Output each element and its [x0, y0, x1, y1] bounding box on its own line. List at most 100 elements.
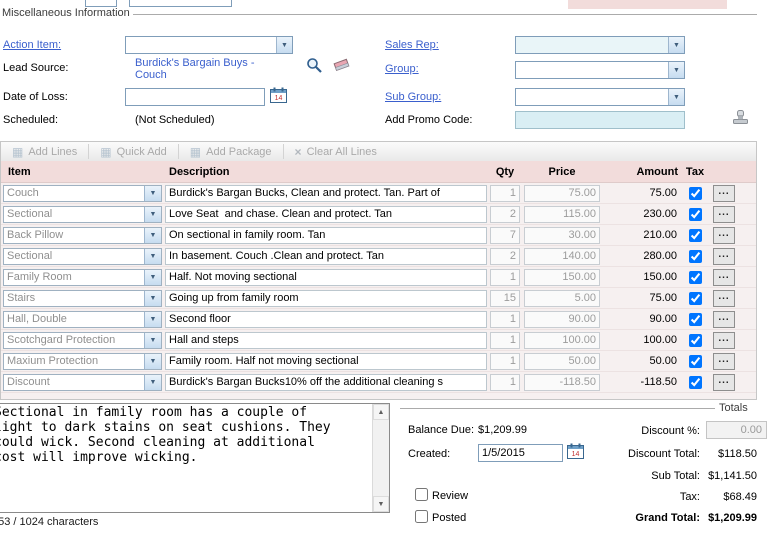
- item-select[interactable]: Scotchgard Protection ▼: [3, 332, 162, 349]
- more-options-button[interactable]: ...: [713, 248, 735, 265]
- chevron-down-icon[interactable]: ▼: [144, 333, 161, 348]
- notes-scrollbar[interactable]: ▲ ▼: [372, 404, 389, 512]
- price-input[interactable]: [524, 248, 600, 265]
- search-icon[interactable]: [305, 57, 324, 77]
- sub-group-label[interactable]: Sub Group:: [385, 91, 441, 103]
- item-select[interactable]: Stairs ▼: [3, 290, 162, 307]
- description-input[interactable]: [165, 206, 487, 223]
- tax-checkbox[interactable]: [689, 271, 702, 284]
- eraser-icon[interactable]: [332, 57, 351, 77]
- qty-input[interactable]: [490, 269, 520, 286]
- chevron-down-icon[interactable]: ▼: [144, 249, 161, 264]
- chevron-down-icon[interactable]: ▼: [144, 354, 161, 369]
- price-input[interactable]: [524, 206, 600, 223]
- chevron-down-icon[interactable]: ▼: [144, 270, 161, 285]
- description-input[interactable]: [165, 269, 487, 286]
- more-options-button[interactable]: ...: [713, 227, 735, 244]
- tax-checkbox[interactable]: [689, 376, 702, 389]
- chevron-down-icon[interactable]: ▼: [276, 37, 292, 53]
- discount-pct-input[interactable]: [706, 421, 767, 439]
- more-options-button[interactable]: ...: [713, 185, 735, 202]
- chevron-down-icon[interactable]: ▼: [144, 375, 161, 390]
- item-select[interactable]: Sectional ▼: [3, 248, 162, 265]
- date-of-loss-input[interactable]: [125, 88, 265, 106]
- tax-checkbox[interactable]: [689, 208, 702, 221]
- chevron-down-icon[interactable]: ▼: [144, 228, 161, 243]
- item-select[interactable]: Back Pillow ▼: [3, 227, 162, 244]
- chevron-down-icon[interactable]: ▼: [668, 89, 684, 105]
- chevron-down-icon[interactable]: ▼: [144, 207, 161, 222]
- item-select[interactable]: Sectional ▼: [3, 206, 162, 223]
- qty-input[interactable]: [490, 353, 520, 370]
- scroll-down-icon[interactable]: ▼: [373, 496, 389, 512]
- price-input[interactable]: [524, 290, 600, 307]
- qty-input[interactable]: [490, 290, 520, 307]
- sub-group-select[interactable]: ▼: [515, 88, 685, 106]
- chevron-down-icon[interactable]: ▼: [668, 62, 684, 78]
- description-input[interactable]: [165, 311, 487, 328]
- action-item-label[interactable]: Action Item:: [3, 39, 61, 51]
- action-item-select[interactable]: ▼: [125, 36, 293, 54]
- more-options-button[interactable]: ...: [713, 332, 735, 349]
- description-input[interactable]: [165, 185, 487, 202]
- description-input[interactable]: [165, 248, 487, 265]
- price-input[interactable]: [524, 332, 600, 349]
- clear-all-lines-button[interactable]: × Clear All Lines: [284, 142, 388, 161]
- sales-rep-select[interactable]: ▼: [515, 36, 685, 54]
- qty-input[interactable]: [490, 311, 520, 328]
- qty-input[interactable]: [490, 227, 520, 244]
- qty-input[interactable]: [490, 374, 520, 391]
- item-select[interactable]: Couch ▼: [3, 185, 162, 202]
- apply-promo-icon[interactable]: [731, 108, 750, 129]
- chevron-down-icon[interactable]: ▼: [668, 37, 684, 53]
- calendar-icon[interactable]: 14: [270, 87, 287, 106]
- job-notes-textarea[interactable]: Sectional in family room has a couple of…: [0, 404, 372, 512]
- add-lines-button[interactable]: ▦ Add Lines: [1, 142, 88, 161]
- tax-checkbox[interactable]: [689, 292, 702, 305]
- price-input[interactable]: [524, 311, 600, 328]
- review-checkbox[interactable]: [415, 488, 428, 501]
- totals-section-divider: [400, 408, 715, 409]
- add-package-button[interactable]: ▦ Add Package: [179, 142, 283, 161]
- tax-checkbox[interactable]: [689, 355, 702, 368]
- description-input[interactable]: [165, 353, 487, 370]
- group-select[interactable]: ▼: [515, 61, 685, 79]
- price-input[interactable]: [524, 353, 600, 370]
- posted-checkbox[interactable]: [415, 510, 428, 523]
- more-options-button[interactable]: ...: [713, 206, 735, 223]
- chevron-down-icon[interactable]: ▼: [144, 291, 161, 306]
- chevron-down-icon[interactable]: ▼: [144, 312, 161, 327]
- tax-checkbox[interactable]: [689, 334, 702, 347]
- more-options-button[interactable]: ...: [713, 269, 735, 286]
- description-input[interactable]: [165, 290, 487, 307]
- price-input[interactable]: [524, 227, 600, 244]
- item-select[interactable]: Family Room ▼: [3, 269, 162, 286]
- price-input[interactable]: [524, 269, 600, 286]
- more-options-button[interactable]: ...: [713, 311, 735, 328]
- qty-input[interactable]: [490, 206, 520, 223]
- tax-checkbox[interactable]: [689, 250, 702, 263]
- promo-code-input[interactable]: [515, 111, 685, 129]
- item-select[interactable]: Discount ▼: [3, 374, 162, 391]
- description-input[interactable]: [165, 227, 487, 244]
- tax-checkbox[interactable]: [689, 313, 702, 326]
- price-input[interactable]: [524, 374, 600, 391]
- price-input[interactable]: [524, 185, 600, 202]
- description-input[interactable]: [165, 332, 487, 349]
- more-options-button[interactable]: ...: [713, 374, 735, 391]
- quick-add-button[interactable]: ▦ Quick Add: [89, 142, 177, 161]
- item-select[interactable]: Maxium Protection ▼: [3, 353, 162, 370]
- qty-input[interactable]: [490, 185, 520, 202]
- more-options-button[interactable]: ...: [713, 290, 735, 307]
- tax-checkbox[interactable]: [689, 187, 702, 200]
- more-options-button[interactable]: ...: [713, 353, 735, 370]
- scroll-up-icon[interactable]: ▲: [373, 404, 389, 420]
- qty-input[interactable]: [490, 332, 520, 349]
- item-select[interactable]: Hall, Double ▼: [3, 311, 162, 328]
- description-input[interactable]: [165, 374, 487, 391]
- group-label[interactable]: Group:: [385, 63, 419, 75]
- tax-checkbox[interactable]: [689, 229, 702, 242]
- chevron-down-icon[interactable]: ▼: [144, 186, 161, 201]
- qty-input[interactable]: [490, 248, 520, 265]
- sales-rep-label[interactable]: Sales Rep:: [385, 39, 439, 51]
